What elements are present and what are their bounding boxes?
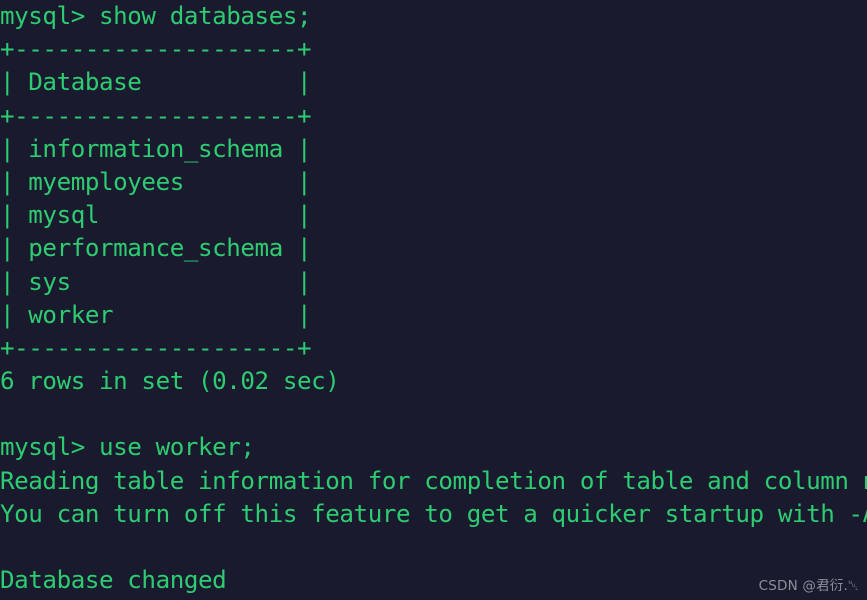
csdn-watermark: CSDN @君衍.␀ [758,578,859,594]
console-line: | mysql | [0,201,312,230]
console-line: +--------------------+ [0,101,312,130]
console-line: | myemployees | [0,167,312,196]
terminal-window[interactable]: mysql> show databases; +-----------------… [0,0,867,600]
console-line: Database changed [0,566,227,595]
console-line: | Database | [0,68,312,97]
console-line: | information_schema | [0,134,312,163]
console-line-blank [0,531,867,564]
console-line-blank [0,398,867,431]
console-line: Reading table information for completion… [0,466,867,495]
console-line: +--------------------+ [0,35,312,64]
console-output: mysql> show databases; +-----------------… [0,0,867,597]
console-line: | worker | [0,300,312,329]
console-line: mysql> show databases; [0,2,312,30]
console-line: | performance_schema | [0,234,312,263]
console-line: 6 rows in set (0.02 sec) [0,367,340,396]
console-line: +--------------------+ [0,333,312,362]
console-line: | sys | [0,267,312,296]
console-line: You can turn off this feature to get a q… [0,499,867,528]
console-line: mysql> use worker; [0,433,255,462]
